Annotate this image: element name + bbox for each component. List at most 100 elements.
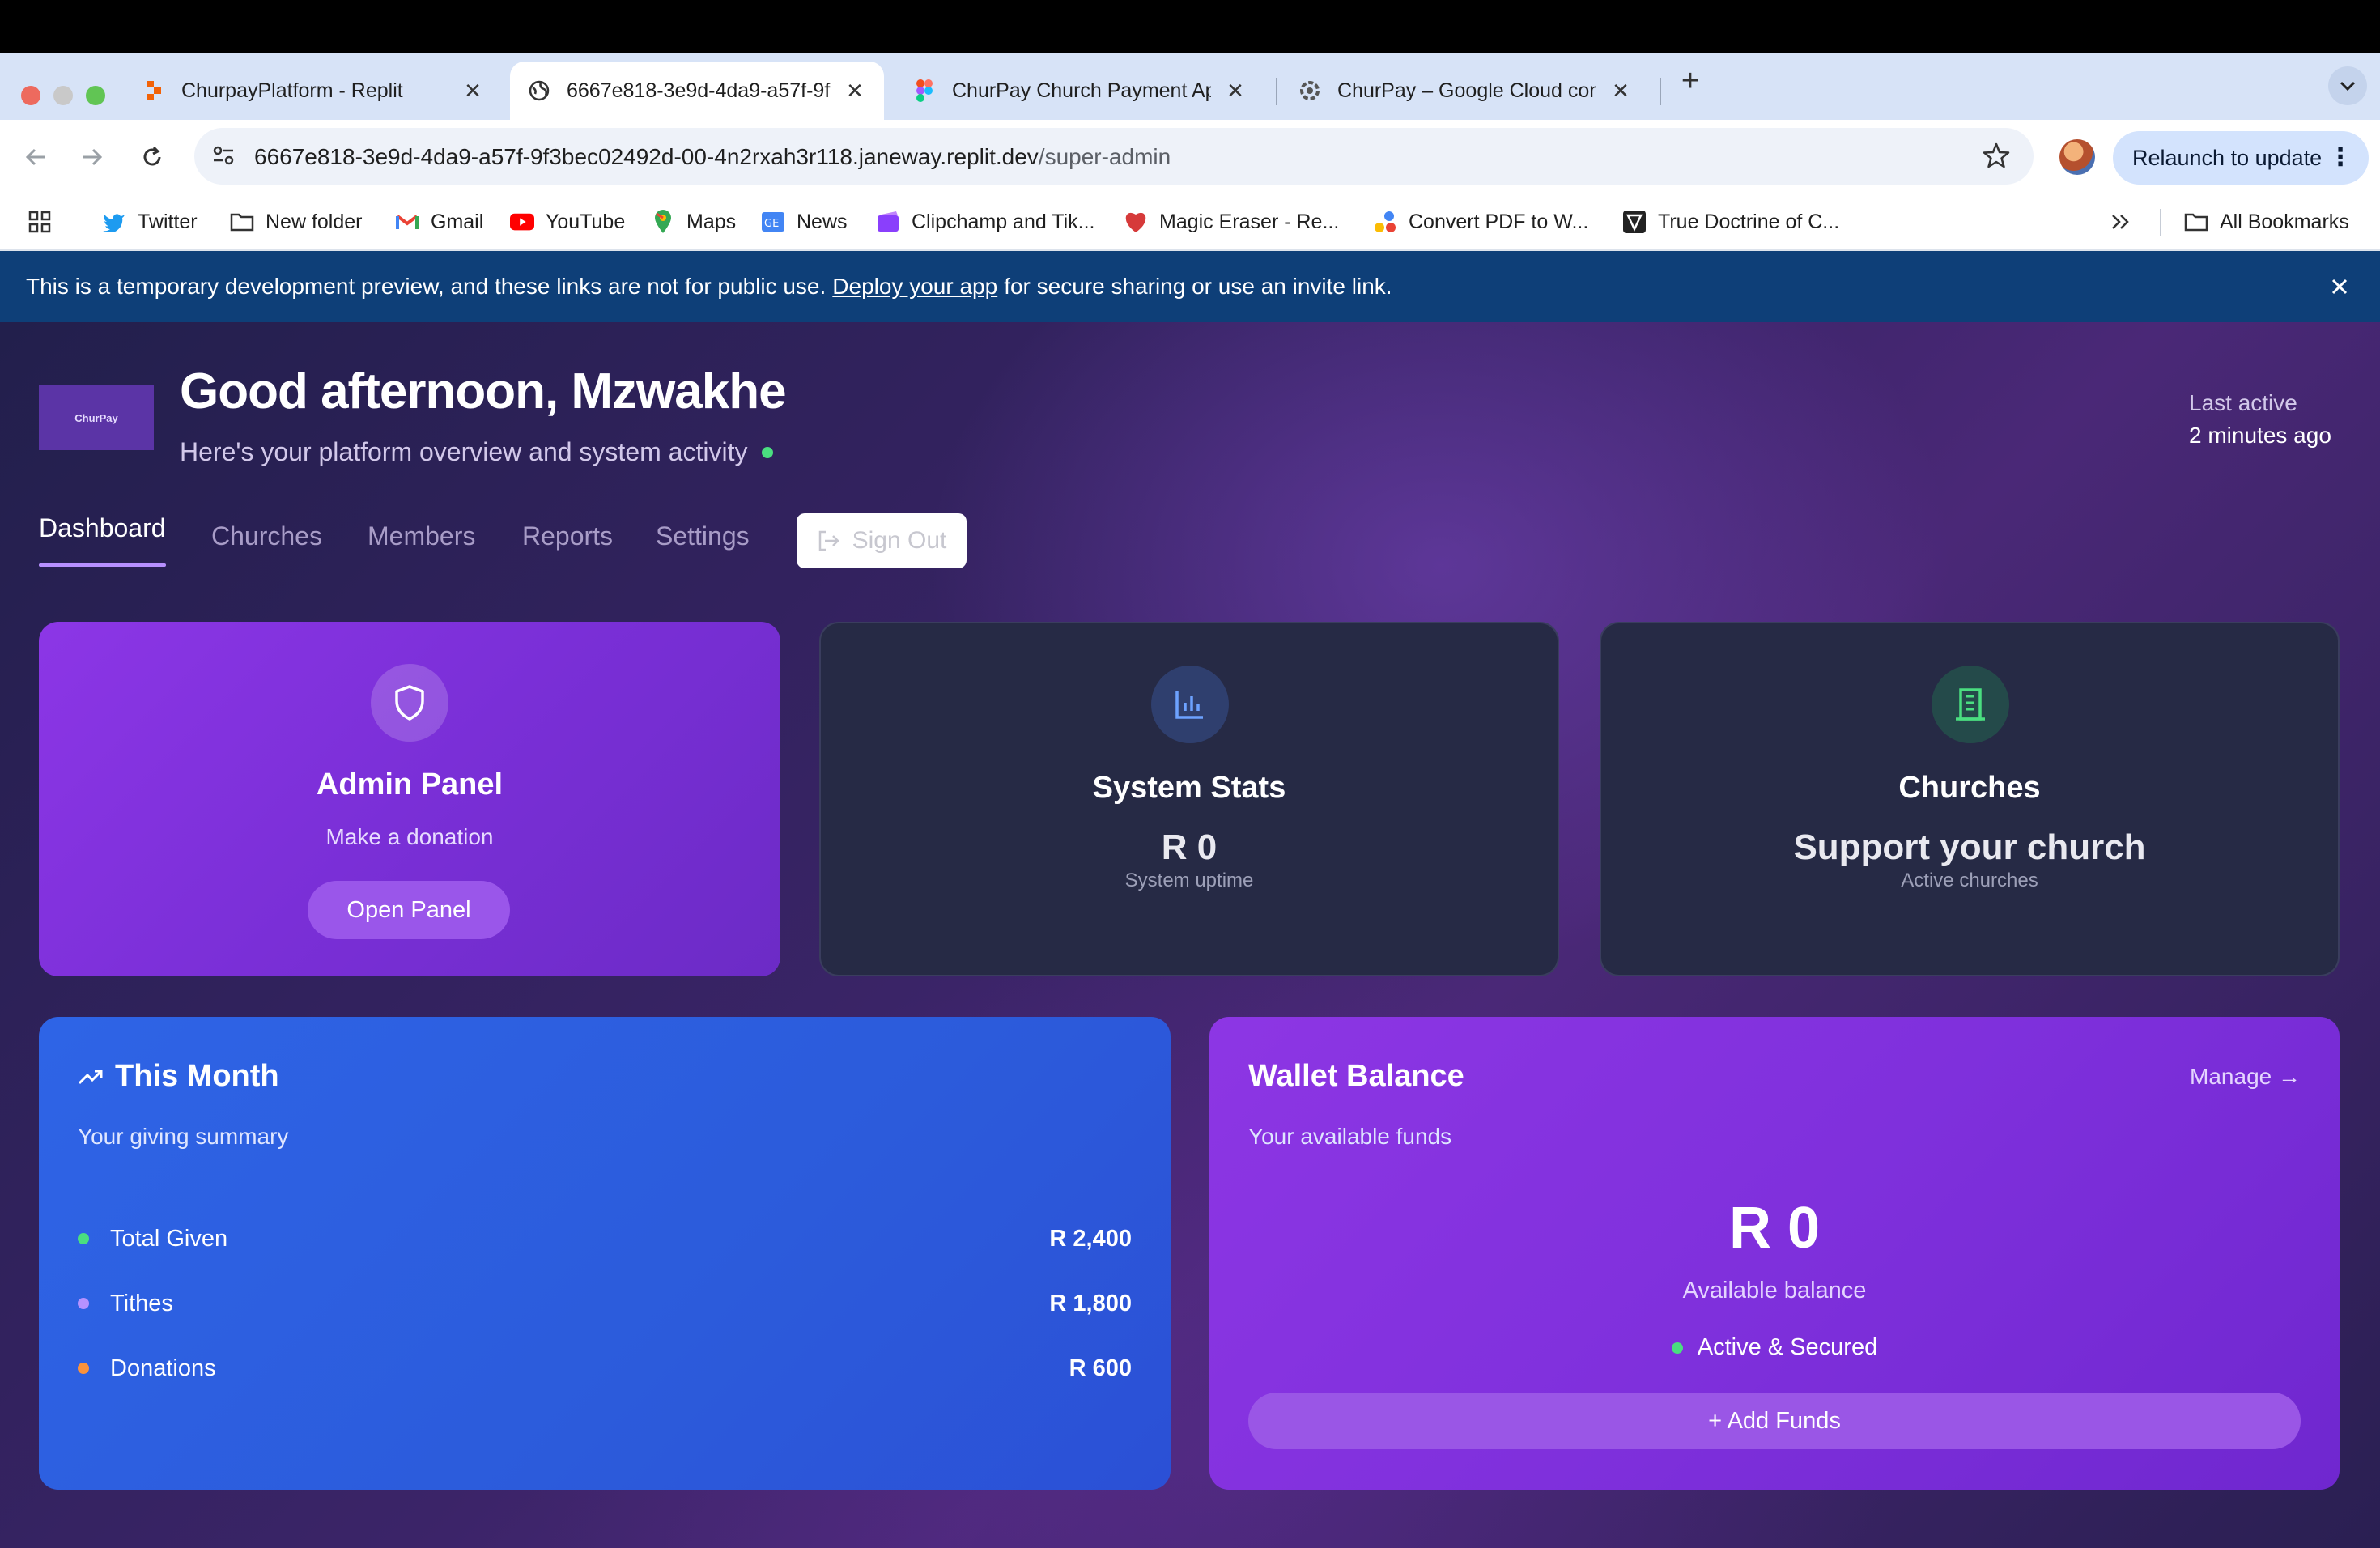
bookmarks-overflow-button[interactable] bbox=[2110, 206, 2131, 238]
bookmark-label: YouTube bbox=[546, 210, 626, 233]
tab-reports[interactable]: Reports bbox=[522, 521, 613, 551]
bookmark-new-folder[interactable]: New folder bbox=[230, 206, 363, 238]
system-stats-title: System Stats bbox=[1092, 771, 1286, 805]
churches-value: Support your church bbox=[1793, 827, 2146, 867]
bookmark-label: Convert PDF to W... bbox=[1409, 210, 1589, 233]
all-bookmarks-button[interactable]: All Bookmarks bbox=[2184, 206, 2349, 238]
building-icon bbox=[1932, 666, 2009, 743]
tab-dashboard[interactable]: Dashboard bbox=[39, 513, 166, 567]
system-stats-card: System Stats R 0 System uptime bbox=[819, 622, 1559, 976]
forward-button[interactable] bbox=[73, 138, 112, 176]
sign-out-label: Sign Out bbox=[852, 527, 947, 554]
banner-text-after: for secure sharing or use an invite link… bbox=[1004, 274, 1392, 299]
manage-wallet-link[interactable]: Manage → bbox=[2190, 1064, 2301, 1090]
admin-panel-subtitle: Make a donation bbox=[325, 824, 494, 849]
close-tab-icon[interactable]: ✕ bbox=[1609, 79, 1632, 103]
bookmark-news[interactable]: GE News bbox=[761, 206, 848, 238]
system-stats-caption: System uptime bbox=[1124, 870, 1254, 891]
tab-title: ChurpayPlatform - Replit bbox=[181, 79, 403, 102]
bookmark-label: Maps bbox=[686, 210, 737, 233]
url-path: /super-admin bbox=[1038, 144, 1171, 169]
tab-title: ChurPay – Google Cloud console bbox=[1337, 79, 1596, 102]
sign-out-button[interactable]: Sign Out bbox=[797, 513, 967, 568]
tab-title: ChurPay Church Payment App bbox=[952, 79, 1211, 102]
browser-tab[interactable]: ChurpayPlatform - Replit ✕ bbox=[125, 62, 502, 120]
address-bar[interactable]: 6667e818-3e9d-4da9-a57f-9f3bec02492d-00-… bbox=[194, 128, 2034, 185]
admin-panel-card: Admin Panel Make a donation Open Panel bbox=[39, 622, 780, 976]
churches-card: Churches Support your church Active chur… bbox=[1600, 622, 2340, 976]
orange-dot bbox=[78, 1363, 89, 1374]
globe-icon bbox=[528, 79, 550, 102]
status-dot bbox=[1671, 1342, 1683, 1354]
back-button[interactable] bbox=[16, 138, 55, 176]
maps-icon bbox=[651, 210, 675, 234]
site-settings-icon[interactable] bbox=[209, 141, 238, 174]
close-icon[interactable] bbox=[2325, 272, 2354, 301]
row-value: R 1,800 bbox=[1049, 1290, 1132, 1316]
tab-churches[interactable]: Churches bbox=[211, 521, 322, 551]
all-bookmarks-label: All Bookmarks bbox=[2220, 210, 2349, 233]
browser-tab[interactable]: ChurPay Church Payment App ✕ bbox=[895, 62, 1264, 120]
bookmark-gmail[interactable]: Gmail bbox=[395, 206, 483, 238]
minimize-window-button[interactable] bbox=[53, 86, 73, 105]
tab-separator bbox=[1276, 78, 1277, 105]
wallet-title: Wallet Balance bbox=[1248, 1059, 1464, 1093]
wallet-balance-card: Wallet Balance Manage → Your available f… bbox=[1209, 1017, 2340, 1490]
close-window-button[interactable] bbox=[21, 86, 40, 105]
forward-arrow-icon bbox=[83, 148, 103, 166]
bookmark-maps[interactable]: Maps bbox=[651, 206, 736, 238]
dev-preview-banner: This is a temporary development preview,… bbox=[0, 251, 2380, 322]
bar-chart-icon bbox=[1151, 666, 1229, 743]
google-cloud-icon bbox=[1298, 79, 1321, 102]
gmail-icon bbox=[395, 210, 419, 234]
bookmark-star-icon[interactable] bbox=[1982, 141, 2011, 174]
new-tab-button[interactable]: + bbox=[1674, 66, 1706, 99]
browser-tab-active[interactable]: 6667e818-3e9d-4da9-a57f-9f3bec02492d ✕ bbox=[510, 62, 884, 120]
tab-members[interactable]: Members bbox=[368, 521, 475, 551]
maximize-window-button[interactable] bbox=[86, 86, 105, 105]
url-text: 6667e818-3e9d-4da9-a57f-9f3bec02492d-00-… bbox=[254, 144, 1171, 170]
summary-row-donations: Donations R 600 bbox=[78, 1352, 1132, 1384]
shield-icon bbox=[371, 664, 448, 742]
profile-avatar[interactable] bbox=[2059, 139, 2095, 175]
bookmark-label: True Doctrine of C... bbox=[1658, 210, 1840, 233]
bookmark-label: Gmail bbox=[431, 210, 484, 233]
row-label: Total Given bbox=[110, 1225, 228, 1252]
apps-grid-button[interactable] bbox=[28, 206, 52, 238]
figma-icon bbox=[913, 79, 936, 102]
bookmark-twitter[interactable]: Twitter bbox=[102, 206, 198, 238]
reload-button[interactable] bbox=[133, 138, 172, 176]
open-panel-button[interactable]: Open Panel bbox=[308, 881, 510, 939]
browser-toolbar: 6667e818-3e9d-4da9-a57f-9f3bec02492d-00-… bbox=[0, 120, 2380, 194]
bookmark-magic-eraser[interactable]: Magic Eraser - Re... bbox=[1124, 206, 1339, 238]
bookmark-convert-pdf[interactable]: Convert PDF to W... bbox=[1373, 206, 1588, 238]
page-subtitle: Here's your platform overview and system… bbox=[180, 437, 774, 467]
clipchamp-icon bbox=[876, 210, 900, 234]
wallet-amount: R 0 bbox=[1728, 1196, 1821, 1261]
double-chevron-right-icon bbox=[2112, 215, 2129, 229]
banner-text: This is a temporary development preview,… bbox=[26, 274, 827, 299]
bookmark-clipchamp[interactable]: Clipchamp and Tik... bbox=[876, 206, 1095, 238]
tab-settings[interactable]: Settings bbox=[656, 521, 750, 551]
app-dashboard: ChurPay Good afternoon, Mzwakhe Here's y… bbox=[0, 322, 2380, 1548]
subtitle-text: Here's your platform overview and system… bbox=[180, 437, 748, 466]
summary-row-total: Total Given R 2,400 bbox=[78, 1223, 1132, 1255]
close-tab-icon[interactable]: ✕ bbox=[844, 79, 866, 103]
add-funds-button[interactable]: + Add Funds bbox=[1248, 1393, 2301, 1449]
more-vertical-icon: ⋮ bbox=[2328, 144, 2352, 171]
logo-text: ChurPay bbox=[74, 411, 118, 424]
relaunch-button[interactable]: Relaunch to update ⋮ bbox=[2113, 131, 2369, 185]
bookmark-true-doctrine[interactable]: True Doctrine of C... bbox=[1622, 206, 1839, 238]
deploy-app-link[interactable]: Deploy your app bbox=[832, 274, 997, 300]
close-tab-icon[interactable]: ✕ bbox=[461, 79, 484, 103]
tab-search-button[interactable] bbox=[2328, 66, 2367, 105]
doctrine-icon bbox=[1622, 210, 1647, 234]
close-tab-icon[interactable]: ✕ bbox=[1224, 79, 1247, 103]
top-black-bar bbox=[0, 0, 2380, 53]
bookmark-label: Magic Eraser - Re... bbox=[1159, 210, 1340, 233]
browser-tab[interactable]: ChurPay – Google Cloud console ✕ bbox=[1281, 62, 1650, 120]
bookmark-label: News bbox=[797, 210, 848, 233]
bookmark-youtube[interactable]: YouTube bbox=[510, 206, 625, 238]
online-status-dot bbox=[762, 446, 774, 458]
row-value: R 2,400 bbox=[1049, 1225, 1132, 1252]
